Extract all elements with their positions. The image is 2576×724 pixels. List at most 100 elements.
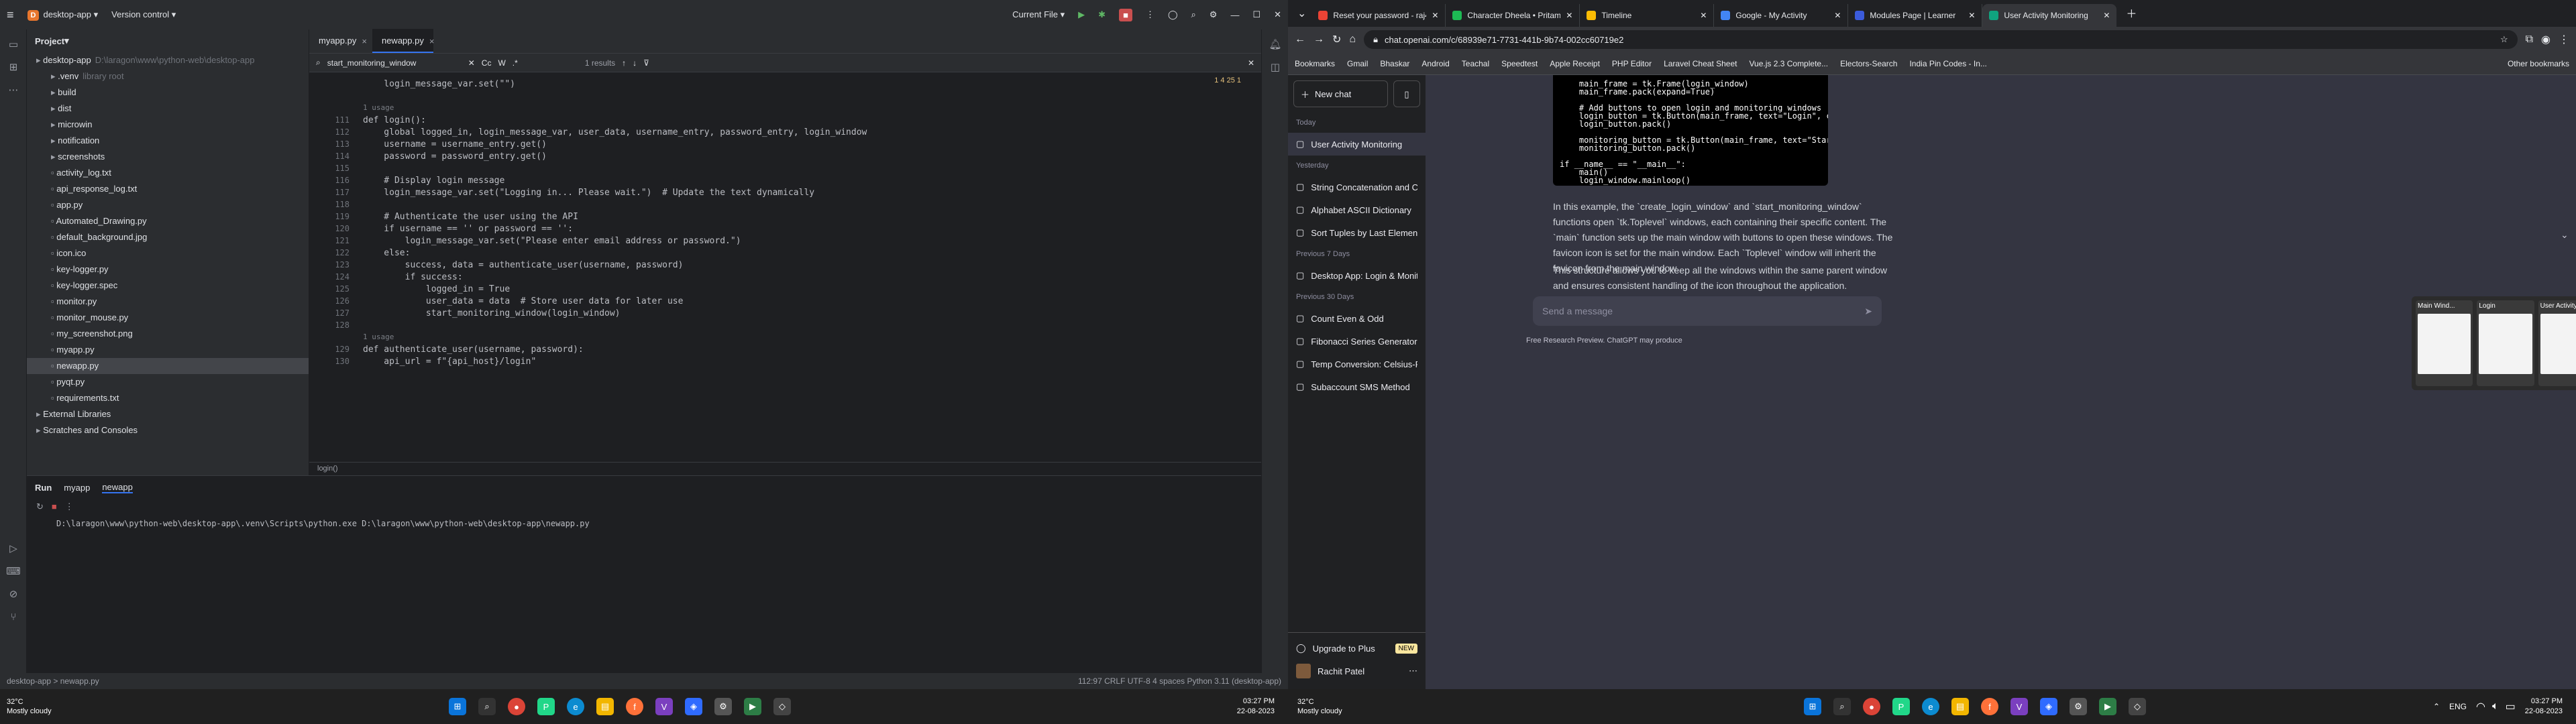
weather-desc[interactable]: Mostly cloudy [7, 707, 52, 716]
bookmark-item[interactable]: Electors-Search [1840, 59, 1897, 68]
project-panel-title[interactable]: Project [35, 36, 64, 46]
editor-tab[interactable]: newapp.py [372, 29, 433, 53]
history-item[interactable]: ▢ Desktop App: Login & Monitor [1288, 264, 1426, 287]
user-more-icon[interactable]: ⋯ [1409, 666, 1417, 676]
more-icon[interactable]: ⋮ [1146, 9, 1155, 20]
close-icon[interactable]: ✕ [1274, 9, 1281, 20]
battery-icon[interactable]: ▭ [2506, 700, 2516, 713]
tree-item[interactable]: ▫ default_background.jpg [27, 229, 309, 245]
tab-close-icon[interactable]: ✕ [1566, 11, 1572, 20]
tab-close-icon[interactable]: ✕ [1968, 11, 1975, 20]
menu-icon[interactable]: ≡ [7, 8, 14, 22]
other-bookmarks[interactable]: Other bookmarks [2508, 59, 2569, 68]
terminal-icon[interactable]: ⌨ [5, 563, 21, 579]
wifi-icon[interactable]: ◠ [2476, 700, 2485, 713]
next-icon[interactable]: ↓ [633, 58, 637, 68]
debug-icon[interactable]: ✱ [1098, 9, 1106, 20]
tab-close-icon[interactable]: ✕ [1432, 11, 1438, 20]
tree-item[interactable]: ▫ monitor_mouse.py [27, 310, 309, 326]
breadcrumb[interactable]: login() [309, 462, 1261, 475]
new-tab-icon[interactable]: ＋ [2126, 5, 2137, 21]
word-icon[interactable]: W [498, 58, 505, 68]
window-preview[interactable]: Main Wind... [2416, 300, 2473, 386]
editor-tab[interactable]: myapp.py [309, 29, 366, 53]
tree-item[interactable]: ▸ build [27, 84, 309, 101]
pycharm-icon[interactable]: P [537, 698, 555, 715]
user-menu[interactable]: Rachit Patel ⋯ [1288, 660, 1426, 682]
bookmark-item[interactable]: Bookmarks [1295, 59, 1335, 68]
window-preview[interactable]: Login [2477, 300, 2534, 386]
history-item[interactable]: ▢ Count Even & Odd [1288, 307, 1426, 330]
tree-item[interactable]: ▸ notification [27, 133, 309, 149]
run-config-select[interactable]: Current File ▾ [1012, 9, 1065, 20]
weather-desc-2[interactable]: Mostly cloudy [1297, 707, 1342, 716]
stop-run-icon[interactable]: ■ [52, 501, 57, 512]
message-input[interactable]: Send a message ➤ [1533, 296, 1882, 326]
more-tools-icon[interactable]: ⋯ [5, 82, 21, 98]
sidebar-toggle-icon[interactable]: ▯ [1393, 80, 1420, 107]
settings-taskbar-icon[interactable]: ⚙ [714, 698, 732, 715]
folder-icon[interactable]: ▭ [5, 36, 21, 52]
pycharm-icon-2[interactable]: P [1892, 698, 1910, 715]
chrome-icon-2[interactable]: ● [1863, 698, 1880, 715]
clock-date-2[interactable]: 22-08-2023 [2525, 707, 2563, 717]
firefox-icon-2[interactable]: f [1981, 698, 1998, 715]
bookmark-item[interactable]: Android [1421, 59, 1449, 68]
home-icon[interactable]: ⌂ [1349, 34, 1356, 46]
profile-icon[interactable]: ◯ [1168, 9, 1178, 20]
close-find-icon[interactable]: ✕ [1248, 58, 1254, 68]
stop-icon[interactable]: ■ [1119, 8, 1132, 21]
tab-search-icon[interactable]: ⌄ [1297, 7, 1306, 20]
tree-item[interactable]: ▸ External Libraries [27, 406, 309, 422]
run-more-icon[interactable]: ⋮ [65, 501, 74, 512]
history-item[interactable]: ▢ Alphabet ASCII Dictionary [1288, 198, 1426, 221]
bookmark-item[interactable]: Speedtest [1501, 59, 1538, 68]
bookmark-item[interactable]: Gmail [1347, 59, 1368, 68]
inspection-widget[interactable]: 1 4 25 1 [1214, 76, 1241, 84]
notifications-icon[interactable]: 🔔︎ [1267, 36, 1283, 52]
chrome-icon[interactable]: ● [508, 698, 525, 715]
window-preview[interactable]: User Activity Monit... [2538, 300, 2576, 386]
maps-icon[interactable]: ◈ [2040, 698, 2057, 715]
language-indicator[interactable]: ENG [2449, 702, 2467, 711]
minimize-icon[interactable]: — [1230, 10, 1239, 20]
browser-tab[interactable]: User Activity Monitoring ✕ [1982, 4, 2117, 27]
history-item[interactable]: ▢ User Activity Monitoring [1288, 133, 1426, 156]
history-item[interactable]: ▢ Fibonacci Series Generator [1288, 330, 1426, 353]
structure-icon[interactable]: ⊞ [5, 59, 21, 75]
upgrade-plus[interactable]: ◯ Upgrade to Plus NEW [1288, 637, 1426, 660]
extensions-icon[interactable]: ⧉ [2526, 34, 2533, 46]
rerun-icon[interactable]: ↻ [36, 501, 44, 512]
feather-icon-2[interactable]: ◇ [2129, 698, 2146, 715]
tree-item[interactable]: ▸ dist [27, 101, 309, 117]
app-icon[interactable]: ◈ [685, 698, 702, 715]
terminal-taskbar-icon-2[interactable]: ▶ [2099, 698, 2116, 715]
settings-taskbar-icon-2[interactable]: ⚙ [2070, 698, 2087, 715]
bookmark-item[interactable]: India Pin Codes - In... [1909, 59, 1986, 68]
problems-icon[interactable]: ⊘ [5, 586, 21, 602]
history-item[interactable]: ▢ Subaccount SMS Method [1288, 375, 1426, 398]
tree-item[interactable]: ▫ pyqt.py [27, 374, 309, 390]
explorer-icon[interactable]: ▤ [596, 698, 614, 715]
browser-tab[interactable]: Google - My Activity ✕ [1714, 4, 1849, 27]
bookmark-star-icon[interactable]: ☆ [2500, 34, 2508, 45]
search-taskbar-icon-2[interactable]: ⌕ [1833, 698, 1851, 715]
tab-close-icon[interactable]: ✕ [2103, 11, 2110, 20]
run-tab[interactable]: newapp [102, 482, 133, 493]
find-input[interactable]: start_monitoring_window [327, 58, 462, 68]
tree-item[interactable]: ▸ Scratches and Consoles [27, 422, 309, 438]
tree-item[interactable]: ▫ myapp.py [27, 342, 309, 358]
status-path[interactable]: desktop-app > newapp.py [7, 676, 99, 686]
history-item[interactable]: ▢ Temp Conversion: Celsius-Fah [1288, 353, 1426, 375]
bookmark-item[interactable]: Vue.js 2.3 Complete... [1749, 59, 1828, 68]
start-icon-2[interactable]: ⊞ [1804, 698, 1821, 715]
tree-item[interactable]: ▫ key-logger.spec [27, 278, 309, 294]
search-taskbar-icon[interactable]: ⌕ [478, 698, 496, 715]
run-tab[interactable]: myapp [64, 483, 90, 493]
clear-icon[interactable]: ✕ [468, 58, 475, 68]
project-switcher[interactable]: Ddesktop-app ▾ [27, 9, 98, 21]
history-item[interactable]: ▢ Sort Tuples by Last Element [1288, 221, 1426, 244]
tree-item[interactable]: ▫ my_screenshot.png [27, 326, 309, 342]
tree-item[interactable]: ▫ Automated_Drawing.py [27, 213, 309, 229]
code-area[interactable]: login_message_var.set("") 1 usage 111 def l… [309, 76, 1261, 475]
